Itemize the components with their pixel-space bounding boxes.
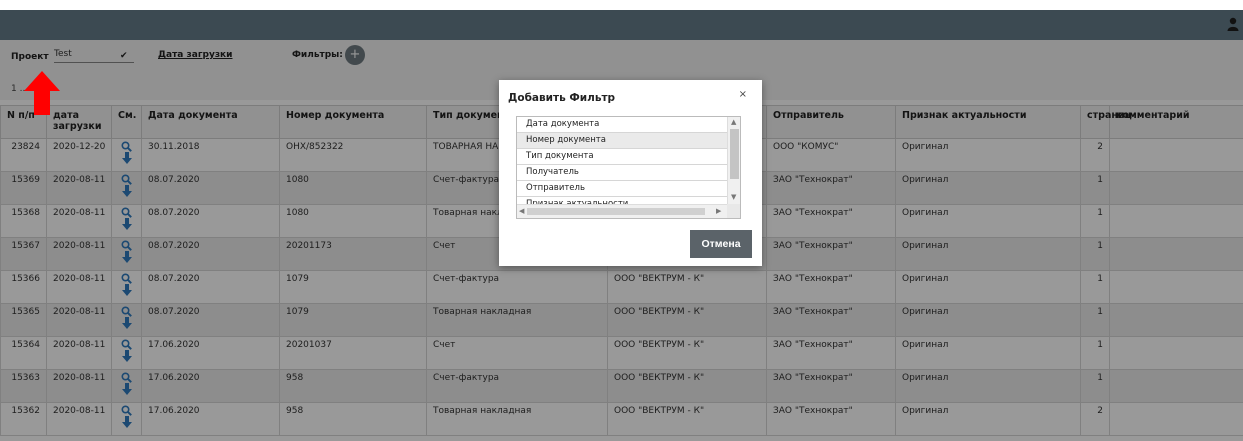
filter-options-list[interactable]: Дата документа Номер документа Тип докумен… [516,116,741,219]
scroll-up-icon[interactable]: ▲ [731,118,736,126]
scroll-left-icon[interactable]: ◀ [519,207,524,215]
filter-option[interactable]: Дата документа [517,117,728,133]
scrollbar-thumb[interactable] [730,129,739,179]
close-icon[interactable]: × [739,89,747,100]
cancel-button[interactable]: Отмена [690,230,752,258]
horizontal-scrollbar[interactable]: ◀ ▶ [517,204,728,218]
scrollbar-corner [727,204,740,218]
user-icon[interactable] [1227,17,1239,31]
add-filter-dialog: Добавить Фильтр × Дата документа Номер до… [499,80,762,266]
top-bar [0,10,1243,40]
scroll-down-icon[interactable]: ▼ [731,193,736,201]
vertical-scrollbar[interactable]: ▲ ▼ [727,117,740,204]
filter-option[interactable]: Номер документа [517,133,728,149]
filter-option[interactable]: Отправитель [517,181,728,197]
dialog-title: Добавить Фильтр [508,92,616,104]
filter-option[interactable]: Получатель [517,165,728,181]
scrollbar-thumb[interactable] [527,208,705,215]
red-arrow-annotation [24,71,60,115]
filter-option[interactable]: Тип документа [517,149,728,165]
scroll-right-icon[interactable]: ▶ [716,207,721,215]
